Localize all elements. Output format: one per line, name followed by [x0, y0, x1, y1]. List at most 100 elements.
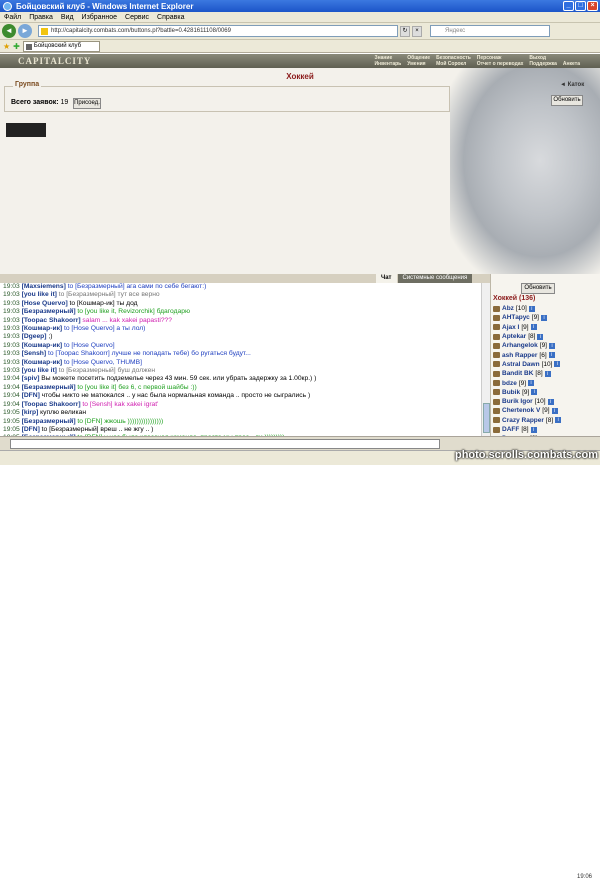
- close-button[interactable]: ×: [587, 1, 598, 11]
- player-refresh-button[interactable]: Обновить: [521, 283, 555, 294]
- menu-help[interactable]: Справка: [157, 14, 184, 21]
- join-button[interactable]: Присоед.: [73, 98, 101, 109]
- nav-inventory[interactable]: Инвентарь: [374, 61, 401, 67]
- katok-link[interactable]: ◄ Каток: [560, 82, 584, 88]
- chat-nick[interactable]: [you like it]: [22, 291, 59, 298]
- player-row[interactable]: ash Rapper [6] i: [493, 350, 599, 359]
- info-icon[interactable]: i: [531, 389, 538, 396]
- refresh-button[interactable]: Обновить: [551, 95, 583, 106]
- chat-nick[interactable]: [Кошмар-ик]: [22, 342, 64, 349]
- player-name[interactable]: Astral Dawn: [502, 361, 540, 368]
- player-row[interactable]: AНТарус [9] i: [493, 313, 599, 322]
- info-icon[interactable]: i: [549, 342, 555, 349]
- info-icon[interactable]: i: [541, 314, 547, 321]
- info-icon[interactable]: i: [528, 380, 535, 387]
- chat-recipient[interactable]: to [Toopac Shakoorr]: [48, 350, 112, 357]
- chat-nick[interactable]: [Sensh]: [22, 350, 48, 357]
- info-icon[interactable]: i: [528, 305, 535, 312]
- nav-support[interactable]: Поддержка: [529, 61, 557, 67]
- player-name[interactable]: bdze: [502, 380, 517, 387]
- player-row[interactable]: Chertenok V [9] i: [493, 406, 599, 415]
- player-name[interactable]: Bubik: [502, 389, 520, 396]
- player-name[interactable]: Bandit BK: [502, 370, 533, 377]
- tab-fightclub[interactable]: Бойцовский клуб: [22, 40, 101, 52]
- player-row[interactable]: Crazy Rapper [8] i: [493, 416, 599, 425]
- player-name[interactable]: AНТарус: [502, 314, 530, 321]
- menu-favorites[interactable]: Избранное: [82, 14, 117, 21]
- chat-nick[interactable]: [DFN]: [22, 392, 42, 399]
- chat-nick[interactable]: [Кошмар-ик]: [22, 325, 64, 332]
- chat-nick[interactable]: [Кошмар-ик]: [22, 359, 64, 366]
- add-favorite-icon[interactable]: ✚: [13, 42, 20, 51]
- chat-nick[interactable]: [spiv]: [22, 375, 42, 382]
- refresh-page-button[interactable]: ↻: [400, 25, 410, 37]
- favorites-star-icon[interactable]: ★: [3, 42, 10, 51]
- stop-button[interactable]: ×: [412, 25, 422, 37]
- chat-recipient[interactable]: to [you like it, Revizorchik]: [77, 308, 156, 315]
- chat-recipient[interactable]: to [Кошмар-ик]: [70, 300, 117, 307]
- chat-nick[interactable]: [Безразмерный]: [22, 384, 78, 391]
- chat-nick[interactable]: [Hose Quervo]: [22, 300, 70, 307]
- info-icon[interactable]: i: [530, 324, 537, 331]
- info-icon[interactable]: i: [548, 352, 555, 359]
- chat-recipient[interactable]: to [Hose Quervo]: [64, 342, 115, 349]
- player-row[interactable]: DAFF [8] i: [493, 425, 599, 434]
- chat-recipient[interactable]: to [Безразмерный]: [42, 426, 101, 433]
- forward-button[interactable]: ►: [18, 24, 32, 38]
- back-button[interactable]: ◄: [2, 24, 16, 38]
- player-row[interactable]: Arhangelok [9] i: [493, 341, 599, 350]
- nav-transfers[interactable]: Отчет о переводах: [477, 61, 524, 67]
- chat-nick[interactable]: [Toopac Shakoorr]: [22, 401, 83, 408]
- tab-system[interactable]: Системные сообщения: [397, 274, 473, 283]
- player-name[interactable]: Crazy Rapper: [502, 417, 544, 424]
- search-field[interactable]: Яндекс: [430, 25, 550, 37]
- menu-view[interactable]: Вид: [61, 14, 74, 21]
- chat-recipient[interactable]: to [Безразмерный]: [59, 291, 118, 298]
- chat-nick[interactable]: [Безразмерный]: [22, 308, 78, 315]
- chat-recipient[interactable]: to [Hose Quervo, THUMB]: [64, 359, 142, 366]
- info-icon[interactable]: i: [555, 417, 562, 424]
- scroll-thumb[interactable]: [483, 403, 490, 433]
- player-name[interactable]: Abz: [502, 305, 514, 312]
- player-row[interactable]: Astral Dawn [10] i: [493, 360, 599, 369]
- nav-mysorokl[interactable]: Мой Сорокл: [436, 61, 471, 67]
- player-row[interactable]: Abz [10] i: [493, 304, 599, 313]
- chat-recipient[interactable]: to [Безразмерный]: [59, 367, 118, 374]
- chat-nick[interactable]: [Maxsiemens]: [22, 283, 68, 290]
- chat-nick[interactable]: [kirp]: [22, 409, 41, 416]
- player-name[interactable]: Burik Igor: [502, 398, 533, 405]
- info-icon[interactable]: i: [551, 407, 558, 414]
- info-icon[interactable]: i: [547, 398, 554, 405]
- chat-input[interactable]: [10, 439, 440, 449]
- player-row[interactable]: Ajax I [9] i: [493, 323, 599, 332]
- info-icon[interactable]: i: [554, 361, 561, 368]
- player-row[interactable]: Aptekar [8] i: [493, 332, 599, 341]
- nav-profile[interactable]: Анкета: [563, 61, 580, 67]
- info-icon[interactable]: i: [530, 426, 537, 433]
- chat-nick[interactable]: [you like it]: [22, 367, 59, 374]
- player-row[interactable]: Bandit BK [8] i: [493, 369, 599, 378]
- player-name[interactable]: DAFF: [502, 426, 519, 433]
- player-name[interactable]: Chertenok V: [502, 407, 540, 414]
- chat-recipient[interactable]: to [DFN]: [77, 418, 104, 425]
- player-row[interactable]: Bubik [9] i: [493, 388, 599, 397]
- tab-chat[interactable]: Чат: [376, 274, 397, 283]
- maximize-button[interactable]: □: [575, 1, 586, 11]
- player-name[interactable]: Arhangelok: [502, 342, 538, 349]
- minimize-button[interactable]: _: [563, 1, 574, 11]
- chat-nick[interactable]: [Dgeep]: [22, 333, 49, 340]
- nav-skills[interactable]: Умения: [407, 61, 430, 67]
- chat-recipient[interactable]: to [Sensh]: [82, 401, 114, 408]
- chat-recipient[interactable]: to [you like it]: [77, 384, 118, 391]
- chat-nick[interactable]: [Toopac Shakoorr]: [22, 317, 83, 324]
- menu-file[interactable]: Файл: [4, 14, 21, 21]
- chat-recipient[interactable]: to [Hose Quervo]: [64, 325, 116, 332]
- menu-edit[interactable]: Правка: [29, 14, 53, 21]
- chat-recipient[interactable]: to [Безразмерный]: [68, 283, 127, 290]
- player-name[interactable]: ash Rapper: [502, 352, 537, 359]
- player-row[interactable]: Burik Igor [10] i: [493, 397, 599, 406]
- menu-tools[interactable]: Сервис: [125, 14, 149, 21]
- info-icon[interactable]: i: [537, 333, 544, 340]
- info-icon[interactable]: i: [544, 370, 551, 377]
- chat-nick[interactable]: [DFN]: [22, 426, 42, 433]
